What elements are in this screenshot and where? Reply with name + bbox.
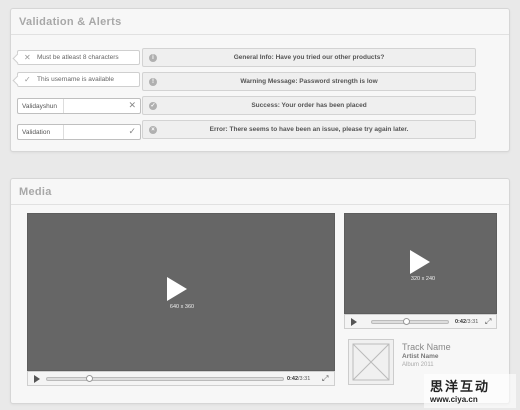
album-name: Album 2011 bbox=[402, 362, 434, 368]
image-placeholder-icon bbox=[352, 343, 390, 381]
watermark-url: www.ciya.cn bbox=[430, 395, 478, 404]
username-input-invalid[interactable]: Validayshun ✕ bbox=[17, 98, 141, 114]
validation-tooltip-success: ✓ This username is available bbox=[17, 72, 140, 87]
info-icon: i bbox=[149, 54, 157, 62]
panel-title: Media bbox=[19, 185, 52, 198]
video-dimensions: 640 x 360 bbox=[169, 304, 195, 310]
check-icon: ✓ bbox=[128, 126, 136, 136]
time-readout: 0:42/3:31 bbox=[455, 319, 479, 325]
seek-bar[interactable] bbox=[46, 377, 284, 381]
panel-header: Media bbox=[11, 179, 509, 205]
play-button[interactable] bbox=[34, 374, 40, 383]
fullscreen-icon[interactable]: ⤢ bbox=[322, 374, 328, 384]
watermark-logo: 思洋互动 bbox=[430, 379, 491, 394]
panel-title: Validation & Alerts bbox=[19, 15, 122, 28]
video-dimensions: 320 x 240 bbox=[410, 276, 436, 282]
warning-icon: ! bbox=[149, 78, 157, 86]
play-icon[interactable] bbox=[167, 277, 187, 301]
large-video-controls: 0:42/3:31 ⤢ bbox=[27, 371, 335, 386]
username-input-valid[interactable]: Validation ✓ bbox=[17, 124, 141, 140]
small-video-player[interactable]: 320 x 240 bbox=[344, 213, 497, 314]
play-icon[interactable] bbox=[410, 250, 430, 274]
success-icon: ✓ bbox=[149, 102, 157, 110]
play-button[interactable] bbox=[351, 317, 357, 326]
error-icon: × bbox=[149, 126, 157, 134]
x-icon: ✕ bbox=[24, 53, 31, 62]
alert-info: i General Info: Have you tried our other… bbox=[142, 48, 476, 67]
time-readout: 0:42/3:31 bbox=[287, 376, 311, 382]
check-icon: ✓ bbox=[24, 75, 31, 84]
clear-icon[interactable]: ✕ bbox=[128, 100, 136, 111]
watermark: 思洋互动 www.ciya.cn bbox=[424, 374, 516, 408]
small-video-controls: 0:42/3:31 ⤢ bbox=[344, 314, 497, 329]
album-art-placeholder bbox=[348, 339, 394, 385]
fullscreen-icon[interactable]: ⤢ bbox=[485, 317, 491, 327]
track-name: Track Name bbox=[402, 342, 451, 352]
alert-error: × Error: There seems to have been an iss… bbox=[142, 120, 476, 139]
seek-handle[interactable] bbox=[85, 375, 93, 382]
artist-name: Artist Name bbox=[402, 353, 439, 360]
large-video-player[interactable]: 640 x 360 bbox=[27, 213, 335, 371]
validation-tooltip-error: ✕ Must be atleast 8 characters bbox=[17, 50, 140, 65]
alert-warning: ! Warning Message: Password strength is … bbox=[142, 72, 476, 91]
alert-success: ✓ Success: Your order has been placed bbox=[142, 96, 476, 115]
panel-header: Validation & Alerts bbox=[11, 9, 509, 35]
